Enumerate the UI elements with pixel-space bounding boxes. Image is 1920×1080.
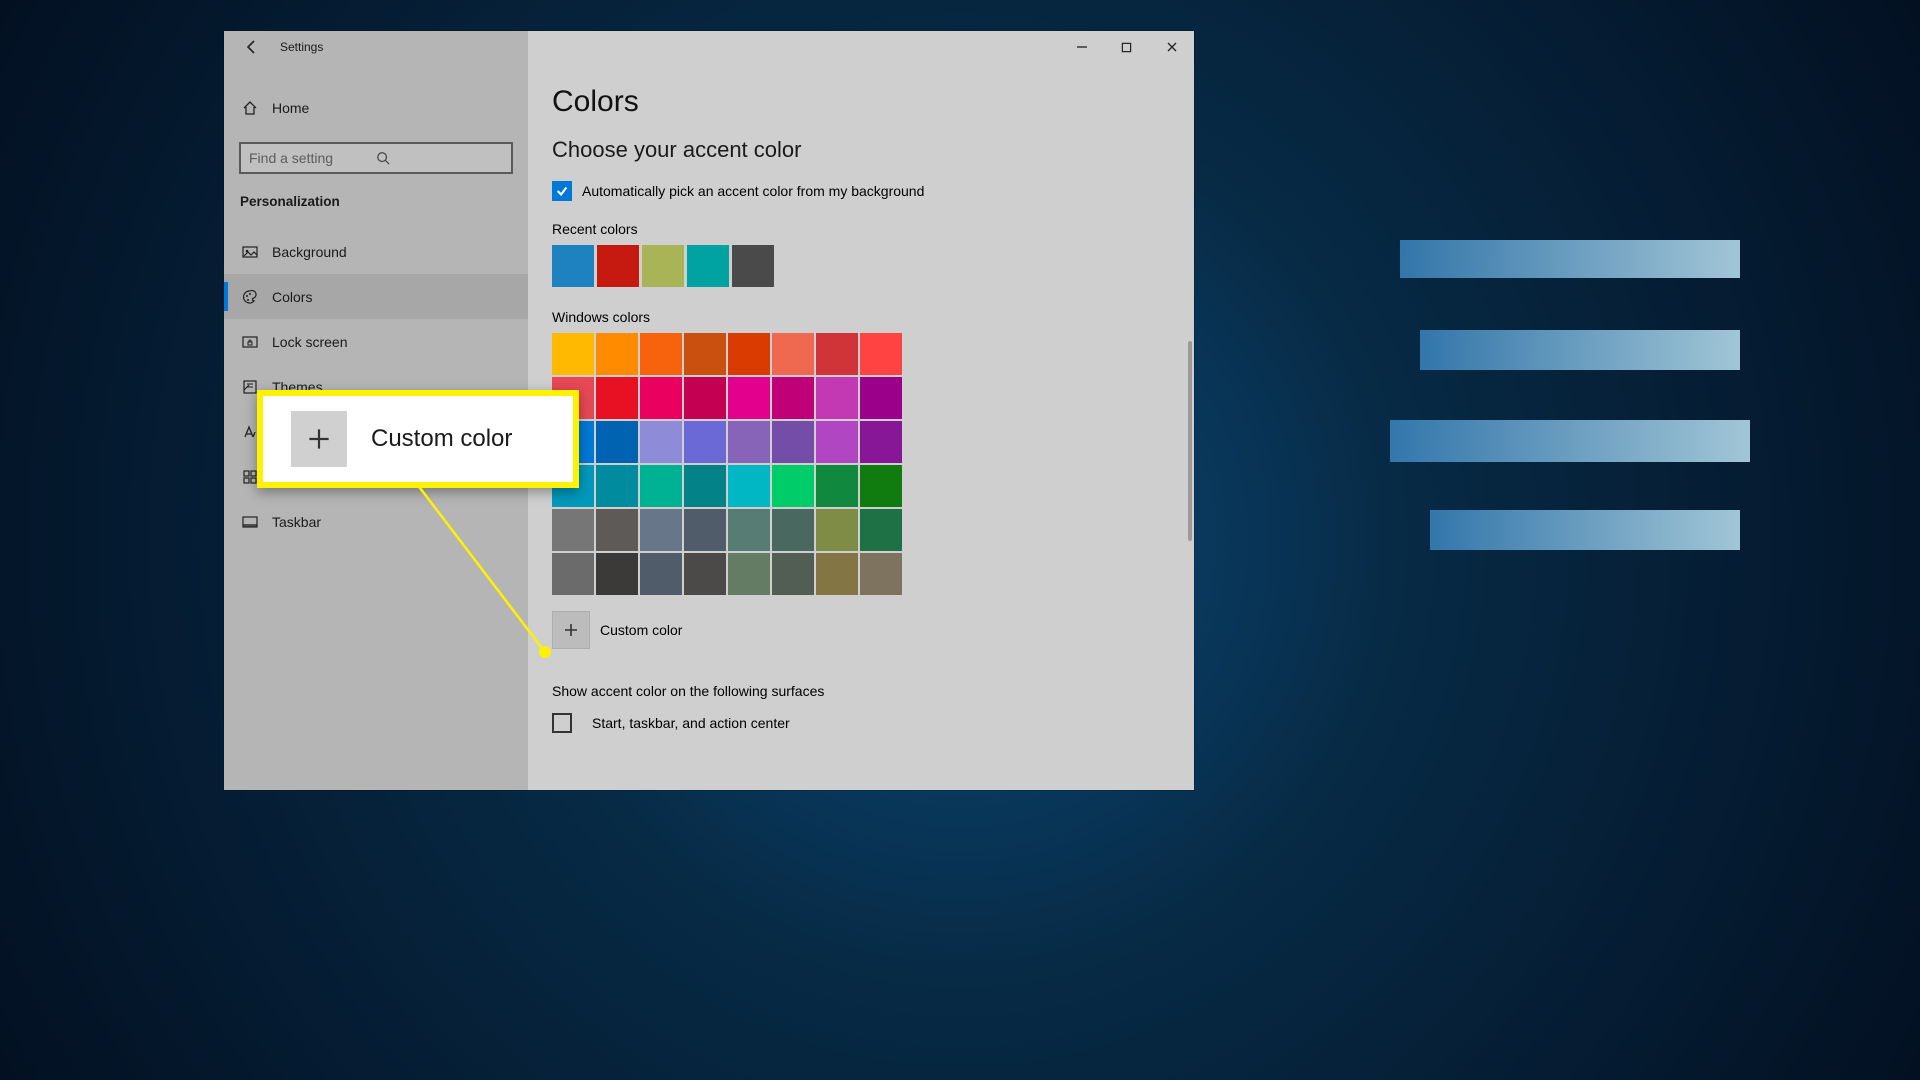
windows-color-swatch[interactable] [596,421,638,463]
windows-color-swatch[interactable] [684,333,726,375]
windows-color-swatch[interactable] [552,553,594,595]
recent-color-swatch[interactable] [597,245,639,287]
minimize-button[interactable] [1059,31,1104,63]
windows-color-swatch[interactable] [728,509,770,551]
windows-color-swatch[interactable] [640,465,682,507]
recent-color-swatch[interactable] [552,245,594,287]
accent-subtitle: Choose your accent color [552,137,1170,163]
windows-color-swatch[interactable] [860,465,902,507]
scrollbar[interactable] [1188,341,1192,541]
recent-color-swatch[interactable] [687,245,729,287]
windows-color-swatch[interactable] [728,553,770,595]
palette-icon [240,289,260,305]
windows-color-swatch[interactable] [684,377,726,419]
windows-color-swatch[interactable] [816,377,858,419]
sidebar-section-label: Personalization [224,174,528,219]
windows-color-swatch[interactable] [684,421,726,463]
windows-color-swatch[interactable] [596,333,638,375]
windows-color-swatch[interactable] [640,377,682,419]
windows-color-swatch[interactable] [816,465,858,507]
home-label: Home [272,100,309,116]
windows-color-swatch[interactable] [860,421,902,463]
windows-color-swatch[interactable] [860,377,902,419]
sidebar-item-background[interactable]: Background [224,229,528,274]
windows-color-swatch[interactable] [816,553,858,595]
windows-light-deco [1400,210,1760,610]
auto-pick-checkbox[interactable] [552,181,572,201]
callout-plus-box [291,411,347,467]
sidebar-nav: BackgroundColorsLock screenThemesFontsSt… [224,229,528,544]
windows-color-swatch[interactable] [772,465,814,507]
windows-color-swatch[interactable] [728,333,770,375]
recent-color-swatch[interactable] [732,245,774,287]
close-button[interactable] [1149,31,1194,63]
maximize-button[interactable] [1104,31,1149,63]
windows-color-swatch[interactable] [816,333,858,375]
recent-colors-row [552,245,1170,287]
sidebar-item-colors[interactable]: Colors [224,274,528,319]
windows-color-swatch[interactable] [728,377,770,419]
windows-colors-label: Windows colors [552,309,1170,325]
windows-color-swatch[interactable] [684,553,726,595]
windows-color-swatch[interactable] [816,421,858,463]
windows-color-swatch[interactable] [596,509,638,551]
windows-color-swatch[interactable] [552,333,594,375]
windows-color-swatch[interactable] [596,553,638,595]
sidebar-item-label: Background [272,244,347,260]
callout-label: Custom color [371,425,512,453]
custom-color-button[interactable] [552,611,590,649]
windows-color-swatch[interactable] [684,465,726,507]
auto-pick-label: Automatically pick an accent color from … [582,183,924,199]
windows-color-swatch[interactable] [640,421,682,463]
home-icon [240,100,260,116]
windows-color-swatch[interactable] [816,509,858,551]
windows-color-swatch[interactable] [728,421,770,463]
picture-icon [240,244,260,260]
windows-color-swatch[interactable] [640,509,682,551]
custom-color-label: Custom color [600,622,682,638]
surface-start-checkbox[interactable] [552,713,572,733]
taskbar-icon [240,514,260,530]
recent-color-swatch[interactable] [642,245,684,287]
sidebar-item-lock-screen[interactable]: Lock screen [224,319,528,364]
window-title: Settings [280,40,323,54]
windows-color-swatch[interactable] [596,465,638,507]
windows-color-swatch[interactable] [772,333,814,375]
surface-start-label: Start, taskbar, and action center [592,715,790,731]
sidebar-item-label: Lock screen [272,334,347,350]
surfaces-label: Show accent color on the following surfa… [552,683,1170,699]
windows-color-swatch[interactable] [860,553,902,595]
windows-colors-grid [552,333,1170,595]
sidebar-item-taskbar[interactable]: Taskbar [224,499,528,544]
windows-color-swatch[interactable] [596,377,638,419]
windows-color-swatch[interactable] [728,465,770,507]
windows-color-swatch[interactable] [640,333,682,375]
sidebar-item-label: Taskbar [272,514,321,530]
main-pane: Colors Choose your accent color Automati… [528,31,1194,790]
windows-color-swatch[interactable] [772,421,814,463]
lockscreen-icon [240,334,260,350]
back-button[interactable] [234,31,270,63]
callout-custom-color: Custom color [257,390,579,488]
windows-color-swatch[interactable] [860,509,902,551]
windows-color-swatch[interactable] [684,509,726,551]
search-input[interactable]: Find a setting [239,142,513,174]
windows-color-swatch[interactable] [640,553,682,595]
windows-color-swatch[interactable] [552,509,594,551]
sidebar-item-label: Colors [272,289,312,305]
windows-color-swatch[interactable] [772,553,814,595]
search-placeholder: Find a setting [249,150,376,166]
plus-icon [563,622,579,638]
search-icon [376,151,503,165]
recent-colors-label: Recent colors [552,221,1170,237]
home-button[interactable]: Home [224,85,528,130]
plus-icon [308,428,330,450]
windows-color-swatch[interactable] [772,377,814,419]
page-title: Colors [552,85,1170,119]
windows-color-swatch[interactable] [772,509,814,551]
windows-color-swatch[interactable] [860,333,902,375]
